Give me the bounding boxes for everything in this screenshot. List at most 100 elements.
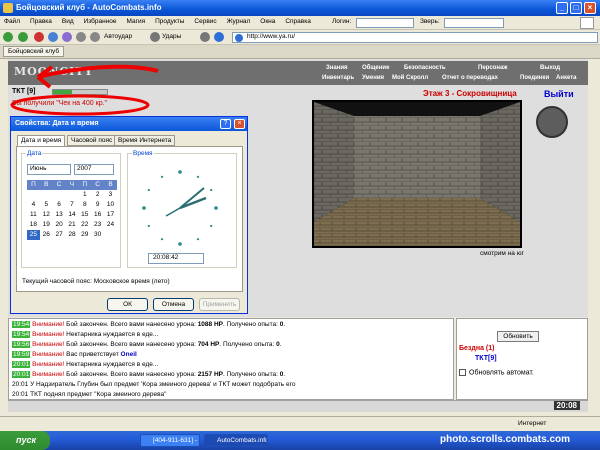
apply-button[interactable]: Применить <box>199 298 240 311</box>
nav-transfers[interactable]: Отчет о переводах <box>442 75 498 81</box>
compass-navigator[interactable] <box>536 106 568 138</box>
task-autocombats[interactable]: AutoCombats.info <box>204 434 268 447</box>
tab-internet-time[interactable]: Время Интернета <box>114 135 176 146</box>
calendar-day[interactable]: 24 <box>104 220 117 230</box>
dialog-close-button[interactable]: × <box>234 119 245 129</box>
swords-icon[interactable] <box>90 32 100 42</box>
calendar-day[interactable]: 26 <box>40 230 53 240</box>
weekday-header: В <box>108 181 113 188</box>
nav-profile[interactable]: Анкета <box>556 75 577 81</box>
back-icon[interactable] <box>3 32 13 42</box>
tools-icon[interactable] <box>76 32 86 42</box>
clock-tick <box>210 188 213 192</box>
menu-help[interactable]: Справка <box>281 16 315 25</box>
menu-file[interactable]: Файл <box>0 16 24 25</box>
calendar-day[interactable]: 6 <box>53 200 66 210</box>
calendar-day[interactable]: 28 <box>66 230 79 240</box>
menu-edit[interactable]: Правка <box>26 16 56 25</box>
start-button[interactable]: пуск <box>0 431 50 450</box>
nav-skills[interactable]: Умения <box>362 75 384 81</box>
dialog-help-button[interactable]: ? <box>220 119 231 129</box>
menu-service[interactable]: Сервис <box>190 16 220 25</box>
strikes-button[interactable]: Удары <box>162 33 181 40</box>
menu-products[interactable]: Продукты <box>151 16 188 25</box>
calendar-day[interactable]: 2 <box>91 190 104 200</box>
task-icq[interactable]: [404-911-631] - Огн... <box>140 434 200 447</box>
datetime-dialog: Свойства: Дата и время ? × Дата и время … <box>10 116 248 314</box>
dungeon-view <box>312 100 522 248</box>
calendar-day[interactable]: 23 <box>91 220 104 230</box>
room-player[interactable]: ТКТ[9] <box>475 355 497 362</box>
calendar-day[interactable]: 13 <box>53 210 66 220</box>
exit-link[interactable]: Выйти <box>544 89 574 99</box>
nav-chat[interactable]: Общение <box>362 65 389 71</box>
calendar-day[interactable]: 9 <box>91 200 104 210</box>
calendar-day[interactable]: 19 <box>40 220 53 230</box>
calendar-day[interactable]: 8 <box>78 200 91 210</box>
calendar-day[interactable]: 22 <box>78 220 91 230</box>
menu-magic[interactable]: Магия <box>122 16 149 25</box>
login-field[interactable] <box>356 18 414 28</box>
calendar-day[interactable]: 10 <box>104 200 117 210</box>
minimize-button[interactable]: _ <box>556 2 568 14</box>
nav-exit[interactable]: Выход <box>540 65 560 71</box>
month-select[interactable]: Июнь <box>27 164 71 175</box>
ok-button[interactable]: ОК <box>107 298 148 311</box>
nav-my-scroll[interactable]: Мой Скролл <box>392 75 428 81</box>
watermark: photo.scrolls.combats.com <box>440 434 571 445</box>
calendar-day[interactable]: 16 <box>91 210 104 220</box>
address-bar[interactable]: http://www.ya.ru/ <box>232 32 598 43</box>
calendar-header: ПВСЧПСВ <box>27 180 117 190</box>
close-button[interactable]: × <box>584 2 596 14</box>
beast-field[interactable] <box>444 18 504 28</box>
calendar-day[interactable]: 21 <box>66 220 79 230</box>
calendar-day[interactable]: 1 <box>78 190 91 200</box>
chat-log[interactable]: 19:54 Внимание! Бой закончен. Всего вами… <box>8 318 454 400</box>
calendar-day[interactable]: 14 <box>66 210 79 220</box>
tab-fight-club[interactable]: Бойцовский клуб <box>3 46 65 57</box>
calendar-day[interactable]: 7 <box>66 200 79 210</box>
autoattack-button[interactable]: Автоудар <box>104 33 132 40</box>
settings-icon[interactable] <box>200 32 210 42</box>
tab-date-time[interactable]: Дата и время <box>17 135 66 146</box>
forward-icon[interactable] <box>18 32 28 42</box>
calendar-day[interactable]: 17 <box>104 210 117 220</box>
calendar-day[interactable]: 20 <box>53 220 66 230</box>
calendar-day[interactable]: 5 <box>40 200 53 210</box>
cancel-button[interactable]: Отмена <box>153 298 194 311</box>
room-location: Бездна (1) <box>459 345 495 352</box>
nav-character[interactable]: Персонаж <box>478 65 508 71</box>
calendar-day[interactable]: 25 <box>27 230 40 240</box>
nav-duels[interactable]: Поединки <box>520 75 549 81</box>
calendar-day[interactable]: 18 <box>27 220 40 230</box>
tab-timezone[interactable]: Часовой пояс <box>67 135 117 146</box>
menu-view[interactable]: Вид <box>58 16 78 25</box>
auto-refresh-checkbox[interactable]: Обновлять автомат. <box>459 369 534 376</box>
clock-tick <box>142 206 146 210</box>
calendar-day[interactable]: 4 <box>27 200 40 210</box>
menu-favorites[interactable]: Избранное <box>80 16 121 25</box>
calendar-day[interactable]: 15 <box>78 210 91 220</box>
home-icon[interactable] <box>62 32 72 42</box>
go-icon[interactable] <box>214 32 224 42</box>
calendar-day[interactable]: 29 <box>78 230 91 240</box>
time-field[interactable]: 20:08:42 <box>148 253 204 264</box>
menu-journal[interactable]: Журнал <box>223 16 255 25</box>
checkbox-box[interactable] <box>459 369 466 376</box>
menu-windows[interactable]: Окна <box>256 16 279 25</box>
calendar-day[interactable]: 12 <box>40 210 53 220</box>
refresh-icon[interactable] <box>48 32 58 42</box>
year-spinner[interactable]: 2007 <box>74 164 114 175</box>
calendar-day[interactable]: 3 <box>104 190 117 200</box>
calendar-day[interactable]: 27 <box>53 230 66 240</box>
calendar-day[interactable]: 11 <box>27 210 40 220</box>
maximize-button[interactable]: □ <box>570 2 582 14</box>
refresh-button[interactable]: Обновить <box>497 331 539 342</box>
nav-knowledge[interactable]: Знания <box>326 65 348 71</box>
window-title: Бойцовский клуб - AutoCombats.info <box>16 3 162 12</box>
nav-security[interactable]: Безопасность <box>404 65 446 71</box>
chat-time: 19:54 <box>12 321 31 328</box>
nav-inventory[interactable]: Инвентарь <box>322 75 354 81</box>
calendar-day[interactable]: 30 <box>91 230 104 240</box>
stop-icon[interactable] <box>34 32 44 42</box>
